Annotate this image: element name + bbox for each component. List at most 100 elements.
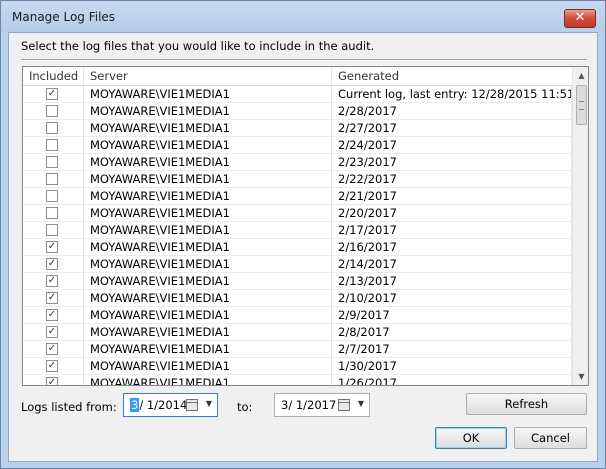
from-date-value[interactable]: 3/ 1/2014 xyxy=(130,398,187,412)
included-checkbox[interactable] xyxy=(46,105,58,117)
server-cell: MOYAWARE\VIE1MEDIA1 xyxy=(84,222,332,238)
included-cell: ✓ xyxy=(23,290,84,306)
to-date-picker[interactable]: 3/ 1/2017 ▼ xyxy=(274,393,370,417)
instruction-text: Select the log files that you would like… xyxy=(21,39,375,53)
vertical-scrollbar[interactable]: ▲ ▼ xyxy=(572,67,588,385)
server-cell: MOYAWARE\VIE1MEDIA1 xyxy=(84,205,332,221)
table-row[interactable]: ✓ MOYAWARE\VIE1MEDIA1 2/13/2017 xyxy=(23,273,572,290)
server-cell: MOYAWARE\VIE1MEDIA1 xyxy=(84,86,332,102)
included-cell xyxy=(23,120,84,136)
table-row[interactable]: MOYAWARE\VIE1MEDIA1 2/20/2017 xyxy=(23,205,572,222)
column-header-included[interactable]: Included xyxy=(23,67,84,86)
included-checkbox[interactable] xyxy=(46,190,58,202)
table-row[interactable]: ✓ MOYAWARE\VIE1MEDIA1 2/8/2017 xyxy=(23,324,572,341)
included-checkbox[interactable]: ✓ xyxy=(46,309,58,321)
generated-cell: 1/26/2017 xyxy=(332,375,572,385)
server-cell: MOYAWARE\VIE1MEDIA1 xyxy=(84,341,332,357)
table-row[interactable]: MOYAWARE\VIE1MEDIA1 2/23/2017 xyxy=(23,154,572,171)
table-row[interactable]: ✓ MOYAWARE\VIE1MEDIA1 2/9/2017 xyxy=(23,307,572,324)
server-cell: MOYAWARE\VIE1MEDIA1 xyxy=(84,103,332,119)
table-rows: ✓ MOYAWARE\VIE1MEDIA1 Current log, last en… xyxy=(23,86,572,385)
included-cell: ✓ xyxy=(23,273,84,289)
table-row[interactable]: ✓ MOYAWARE\VIE1MEDIA1 2/7/2017 xyxy=(23,341,572,358)
title-bar: Manage Log Files ✕ xyxy=(1,1,605,32)
included-checkbox[interactable] xyxy=(46,122,58,134)
table-row[interactable]: MOYAWARE\VIE1MEDIA1 2/27/2017 xyxy=(23,120,572,137)
server-cell: MOYAWARE\VIE1MEDIA1 xyxy=(84,256,332,272)
column-header-server[interactable]: Server xyxy=(84,67,332,86)
to-date-value[interactable]: 3/ 1/2017 xyxy=(281,398,336,412)
refresh-button[interactable]: Refresh xyxy=(466,393,587,415)
included-checkbox[interactable]: ✓ xyxy=(46,292,58,304)
cancel-button[interactable]: Cancel xyxy=(514,427,587,449)
from-date-picker[interactable]: 3/ 1/2014 ▼ xyxy=(123,393,218,417)
scrollbar-thumb[interactable] xyxy=(576,85,587,125)
generated-cell: 2/16/2017 xyxy=(332,239,572,255)
table-row[interactable]: MOYAWARE\VIE1MEDIA1 2/21/2017 xyxy=(23,188,572,205)
table-row[interactable]: ✓ MOYAWARE\VIE1MEDIA1 2/14/2017 xyxy=(23,256,572,273)
log-files-table[interactable]: Included Server Generated ✓ MOYAWARE\VIE1… xyxy=(22,66,589,386)
server-cell: MOYAWARE\VIE1MEDIA1 xyxy=(84,154,332,170)
server-cell: MOYAWARE\VIE1MEDIA1 xyxy=(84,307,332,323)
generated-cell: 2/24/2017 xyxy=(332,137,572,153)
included-cell: ✓ xyxy=(23,307,84,323)
table-row[interactable]: ✓ MOYAWARE\VIE1MEDIA1 Current log, last en… xyxy=(23,86,572,103)
generated-cell: 1/30/2017 xyxy=(332,358,572,374)
server-cell: MOYAWARE\VIE1MEDIA1 xyxy=(84,120,332,136)
ok-button[interactable]: OK xyxy=(435,427,507,449)
chevron-down-icon[interactable]: ▼ xyxy=(206,399,212,408)
included-checkbox[interactable]: ✓ xyxy=(46,343,58,355)
dialog-body: Select the log files that you would like… xyxy=(8,32,598,462)
generated-cell: 2/28/2017 xyxy=(332,103,572,119)
included-cell: ✓ xyxy=(23,239,84,255)
included-cell xyxy=(23,137,84,153)
included-checkbox[interactable]: ✓ xyxy=(46,377,58,385)
table-row[interactable]: ✓ MOYAWARE\VIE1MEDIA1 1/26/2017 xyxy=(23,375,572,385)
included-checkbox[interactable]: ✓ xyxy=(46,258,58,270)
generated-cell: 2/27/2017 xyxy=(332,120,572,136)
server-cell: MOYAWARE\VIE1MEDIA1 xyxy=(84,137,332,153)
included-checkbox[interactable]: ✓ xyxy=(46,241,58,253)
close-button[interactable]: ✕ xyxy=(564,9,596,28)
server-cell: MOYAWARE\VIE1MEDIA1 xyxy=(84,171,332,187)
included-cell: ✓ xyxy=(23,375,84,385)
generated-cell: Current log, last entry: 12/28/2015 11:5… xyxy=(332,86,572,102)
included-cell: ✓ xyxy=(23,341,84,357)
table-row[interactable]: ✓ MOYAWARE\VIE1MEDIA1 1/30/2017 xyxy=(23,358,572,375)
server-cell: MOYAWARE\VIE1MEDIA1 xyxy=(84,239,332,255)
included-checkbox[interactable] xyxy=(46,156,58,168)
scroll-up-icon[interactable]: ▲ xyxy=(573,67,588,84)
calendar-icon[interactable] xyxy=(186,399,198,411)
generated-cell: 2/7/2017 xyxy=(332,341,572,357)
included-checkbox[interactable]: ✓ xyxy=(46,275,58,287)
included-cell: ✓ xyxy=(23,86,84,102)
included-checkbox[interactable] xyxy=(46,139,58,151)
included-checkbox[interactable] xyxy=(46,173,58,185)
generated-cell: 2/13/2017 xyxy=(332,273,572,289)
included-cell: ✓ xyxy=(23,324,84,340)
table-row[interactable]: MOYAWARE\VIE1MEDIA1 2/28/2017 xyxy=(23,103,572,120)
table-row[interactable]: ✓ MOYAWARE\VIE1MEDIA1 2/10/2017 xyxy=(23,290,572,307)
included-checkbox[interactable]: ✓ xyxy=(46,88,58,100)
generated-cell: 2/21/2017 xyxy=(332,188,572,204)
column-header-generated[interactable]: Generated xyxy=(332,67,572,86)
generated-cell: 2/20/2017 xyxy=(332,205,572,221)
included-checkbox[interactable]: ✓ xyxy=(46,360,58,372)
generated-cell: 2/8/2017 xyxy=(332,324,572,340)
divider xyxy=(21,59,587,61)
table-row[interactable]: MOYAWARE\VIE1MEDIA1 2/22/2017 xyxy=(23,171,572,188)
table-row[interactable]: MOYAWARE\VIE1MEDIA1 2/17/2017 xyxy=(23,222,572,239)
included-checkbox[interactable] xyxy=(46,224,58,236)
calendar-icon[interactable] xyxy=(338,399,350,411)
included-checkbox[interactable]: ✓ xyxy=(46,326,58,338)
from-date-rest: / 1/2014 xyxy=(139,398,188,412)
generated-cell: 2/23/2017 xyxy=(332,154,572,170)
table-row[interactable]: ✓ MOYAWARE\VIE1MEDIA1 2/16/2017 xyxy=(23,239,572,256)
chevron-down-icon[interactable]: ▼ xyxy=(358,399,364,408)
from-date-month[interactable]: 3 xyxy=(130,398,140,412)
table-row[interactable]: MOYAWARE\VIE1MEDIA1 2/24/2017 xyxy=(23,137,572,154)
manage-log-files-dialog: Manage Log Files ✕ Select the log files … xyxy=(0,0,606,469)
scroll-down-icon[interactable]: ▼ xyxy=(573,368,588,385)
included-checkbox[interactable] xyxy=(46,207,58,219)
server-cell: MOYAWARE\VIE1MEDIA1 xyxy=(84,188,332,204)
